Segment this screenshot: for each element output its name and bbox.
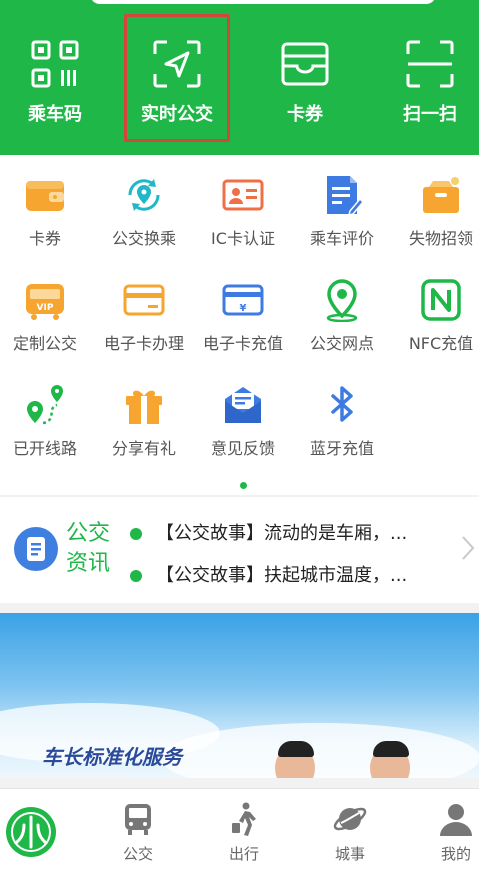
- grid-item-label: 失物招领: [408, 229, 473, 248]
- grid-item-bus-transfer[interactable]: 公交换乘: [96, 173, 192, 273]
- grid-item-label: 电子卡办理: [103, 334, 184, 353]
- ride-code-label: 乘车码: [28, 104, 82, 125]
- grid-item-label: NFC充值: [408, 334, 474, 353]
- chevron-right-icon[interactable]: [461, 535, 475, 561]
- coupons-button[interactable]: 卡券: [255, 30, 355, 140]
- feedback-icon: [225, 387, 261, 423]
- grid-item-open-routes[interactable]: 已开线路: [0, 383, 93, 483]
- news-title: 公交 资讯: [66, 519, 126, 579]
- grid-item-label: IC卡认证: [211, 229, 275, 248]
- card-wallet-icon: [26, 181, 64, 211]
- grid-item-share-gift[interactable]: 分享有礼: [96, 383, 192, 483]
- banner-text: 车长标准化服务: [42, 745, 182, 769]
- bullet-dot: [130, 528, 142, 540]
- grid-item-lost-found[interactable]: 失物招领: [393, 173, 479, 273]
- wallet-icon: [281, 42, 329, 86]
- nav-city[interactable]: 城事: [310, 801, 390, 864]
- qr-code-icon: [31, 40, 79, 88]
- scan-button[interactable]: 扫一扫: [380, 30, 479, 140]
- scan-icon: [406, 40, 454, 88]
- news-section[interactable]: 公交 资讯 【公交故事】流动的是车厢，... 【公交故事】扶起城市温度，...: [0, 497, 479, 603]
- grid-item-bus-outlets[interactable]: 公交网点: [294, 278, 390, 378]
- svg-text:VIP: VIP: [37, 303, 54, 313]
- grid-item-label: 电子卡充值: [202, 334, 283, 353]
- user-icon: [440, 804, 472, 836]
- transfer-icon: [128, 179, 160, 211]
- coupons-label: 卡券: [287, 104, 323, 125]
- grid-item-ride-review[interactable]: 乘车评价: [294, 173, 390, 273]
- news-title-line2: 资讯: [66, 551, 111, 576]
- news-item[interactable]: 【公交故事】流动的是车厢，...: [130, 519, 407, 545]
- nfc-icon: [421, 279, 461, 321]
- grid-item-ecard-recharge[interactable]: ¥ 电子卡充值: [195, 278, 291, 378]
- grid-item-label: 意见反馈: [210, 439, 275, 458]
- nav-label: 城事: [334, 845, 365, 863]
- staff-hair: [278, 741, 314, 757]
- news-document-icon: [14, 527, 58, 571]
- nav-label: 出行: [228, 845, 259, 863]
- grid-item-label: 分享有礼: [111, 439, 176, 458]
- bluetooth-icon: [331, 386, 353, 422]
- search-bar[interactable]: [90, 0, 436, 4]
- id-card-icon: [222, 179, 264, 211]
- nav-travel[interactable]: 出行: [204, 801, 284, 864]
- service-grid: 卡券 公交换乘 IC卡认证 乘车评价 失物招领 VIP 定制公交 电子卡办理 ¥…: [0, 155, 479, 495]
- promo-banner[interactable]: 车长标准化服务: [0, 613, 479, 778]
- vip-bus-icon: VIP: [26, 284, 64, 320]
- grid-item-ic-card-auth[interactable]: IC卡认证: [195, 173, 291, 273]
- nav-mine[interactable]: 我的: [416, 801, 479, 864]
- bus-icon: [125, 804, 151, 835]
- app-logo-icon[interactable]: [6, 807, 56, 857]
- news-item-text: 【公交故事】流动的是车厢，...: [156, 523, 408, 544]
- lost-found-icon: [423, 177, 459, 213]
- grid-item-label: 蓝牙充值: [309, 439, 374, 458]
- news-title-line1: 公交: [66, 521, 111, 546]
- grid-item-coupons[interactable]: 卡券: [0, 173, 93, 273]
- staff-hair: [373, 741, 409, 757]
- news-item-text: 【公交故事】扶起城市温度，...: [156, 565, 408, 586]
- walking-icon: [232, 802, 256, 836]
- ecard-recharge-icon: ¥: [222, 284, 264, 316]
- bullet-dot: [130, 570, 142, 582]
- nav-label: 我的: [440, 845, 471, 863]
- grid-item-label: 乘车评价: [309, 229, 374, 248]
- grid-item-nfc-recharge[interactable]: NFC充值: [393, 278, 479, 378]
- grid-item-custom-bus[interactable]: VIP 定制公交: [0, 278, 93, 378]
- grid-item-feedback[interactable]: 意见反馈: [195, 383, 291, 483]
- map-pin-icon: [326, 279, 358, 322]
- scan-label: 扫一扫: [403, 104, 457, 125]
- review-icon: [327, 176, 364, 217]
- grid-item-label: 公交网点: [309, 334, 374, 353]
- grid-item-bluetooth-recharge[interactable]: 蓝牙充值: [294, 383, 390, 483]
- highlight-box: [124, 14, 230, 142]
- nav-label: 公交: [122, 845, 153, 863]
- ecard-icon: [123, 284, 165, 316]
- grid-item-label: 定制公交: [12, 334, 77, 353]
- route-icon: [27, 385, 63, 425]
- page-indicator-dot: [240, 482, 247, 489]
- grid-item-ecard-apply[interactable]: 电子卡办理: [96, 278, 192, 378]
- news-item[interactable]: 【公交故事】扶起城市温度，...: [130, 561, 407, 587]
- top-action-bar: 乘车码 实时公交 卡券 扫一扫: [0, 0, 479, 155]
- grid-item-label: 卡券: [28, 229, 61, 248]
- grid-item-label: 已开线路: [12, 439, 77, 458]
- planet-icon: [333, 807, 367, 831]
- bottom-navigation: 公交 出行 城事 我的: [0, 788, 479, 871]
- ride-code-button[interactable]: 乘车码: [5, 30, 105, 140]
- gift-icon: [126, 390, 162, 424]
- grid-item-label: 公交换乘: [111, 229, 176, 248]
- nav-bus[interactable]: 公交: [98, 801, 178, 864]
- svg-text:¥: ¥: [240, 303, 247, 314]
